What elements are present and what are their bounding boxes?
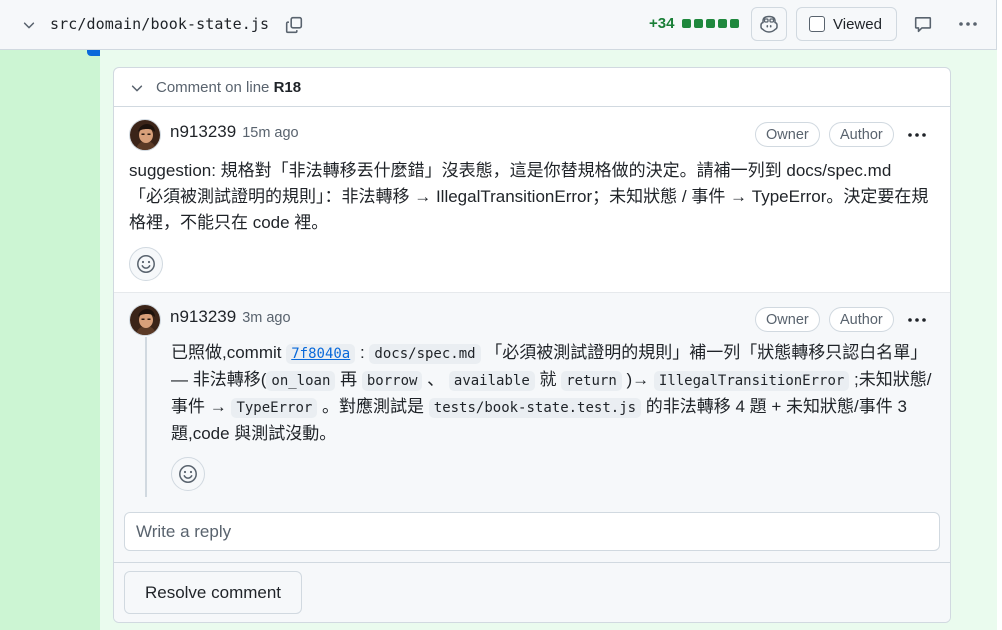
diffstat-square [706,19,716,28]
author-badge: Author [829,122,894,147]
more-options-icon[interactable] [905,124,929,146]
owner-badge: Owner [755,307,820,332]
inline-code: borrow [361,371,423,391]
comment-reply: n913239 3m ago Owner Author 已照做,commit 7… [114,292,950,512]
comment-timestamp[interactable]: 3m ago [242,310,290,326]
viewed-checkbox[interactable]: Viewed [796,7,897,41]
resolve-comment-button[interactable]: Resolve comment [124,571,302,614]
author-name[interactable]: n913239 [170,307,236,327]
copy-path-icon[interactable] [282,13,306,37]
comment-header: n913239 15m ago [170,122,299,142]
more-options-icon[interactable] [905,309,929,331]
inline-code: TypeError [231,398,318,418]
diffstat-square [718,19,728,28]
checkbox-icon [809,16,825,32]
more-options-icon[interactable] [956,13,980,35]
smiley-icon [137,255,155,273]
text: 再 [335,370,362,389]
author-name[interactable]: n913239 [170,122,236,142]
diffstat-square [730,19,740,28]
line-reference: R18 [273,79,302,96]
collapse-chevron-icon[interactable] [18,14,40,36]
owner-badge: Owner [755,122,820,147]
commit-link[interactable]: 7f8040a [286,344,356,364]
copilot-button[interactable] [751,7,787,41]
text: )→ [621,370,654,389]
inline-code: tests/book-state.test.js [428,398,642,418]
comment-body: 已照做,commit 7f8040a : docs/spec.md 「必須被測試… [171,340,941,447]
diffstat-square [682,19,692,28]
thread-rail [145,337,147,497]
text: 、 [422,370,449,389]
text: 已照做,commit [171,343,287,362]
comment-header: n913239 3m ago [170,307,291,327]
comment-body: suggestion: 規格對「非法轉移丟什麼錯」沒表態，這是你替規格做的決定。… [129,161,929,232]
thread-title-text: Comment on line R18 [156,79,301,96]
inline-code: IllegalTransitionError [653,371,850,391]
author-badge: Author [829,307,894,332]
avatar[interactable] [129,304,161,336]
diffstat-square [694,19,704,28]
diffstat: +34 [649,15,740,32]
avatar[interactable] [129,119,161,151]
text: 就 [534,370,562,389]
comment-timestamp[interactable]: 15m ago [242,125,298,141]
collapse-chevron-icon[interactable] [130,81,144,95]
copilot-icon [760,15,778,33]
inline-code: return [561,371,622,391]
comment-thread: Comment on line R18 n913239 15m ago Owne… [113,67,951,623]
comment: n913239 15m ago Owner Author suggestion:… [114,107,950,292]
comment-icon[interactable] [912,13,934,35]
thread-title-prefix: Comment on line [156,79,270,96]
inline-code: available [448,371,535,391]
diff-gutter [0,50,100,630]
file-path[interactable]: src/domain/book-state.js [50,15,269,33]
smiley-icon [179,465,197,483]
reply-input[interactable]: Write a reply [124,512,940,551]
viewed-label: Viewed [833,15,882,33]
reply-area: Write a reply [114,512,950,562]
inline-code: on_loan [266,371,336,391]
inline-code: docs/spec.md [369,344,481,364]
text: : [355,343,370,362]
thread-title[interactable]: Comment on line R18 [130,79,301,96]
resolve-footer: Resolve comment [114,562,950,622]
file-header: src/domain/book-state.js +34 Viewed [0,0,997,50]
add-reaction-button[interactable] [129,247,163,281]
additions-count: +34 [649,15,675,32]
text: 。對應測試是 [317,397,429,416]
add-reaction-button[interactable] [171,457,205,491]
